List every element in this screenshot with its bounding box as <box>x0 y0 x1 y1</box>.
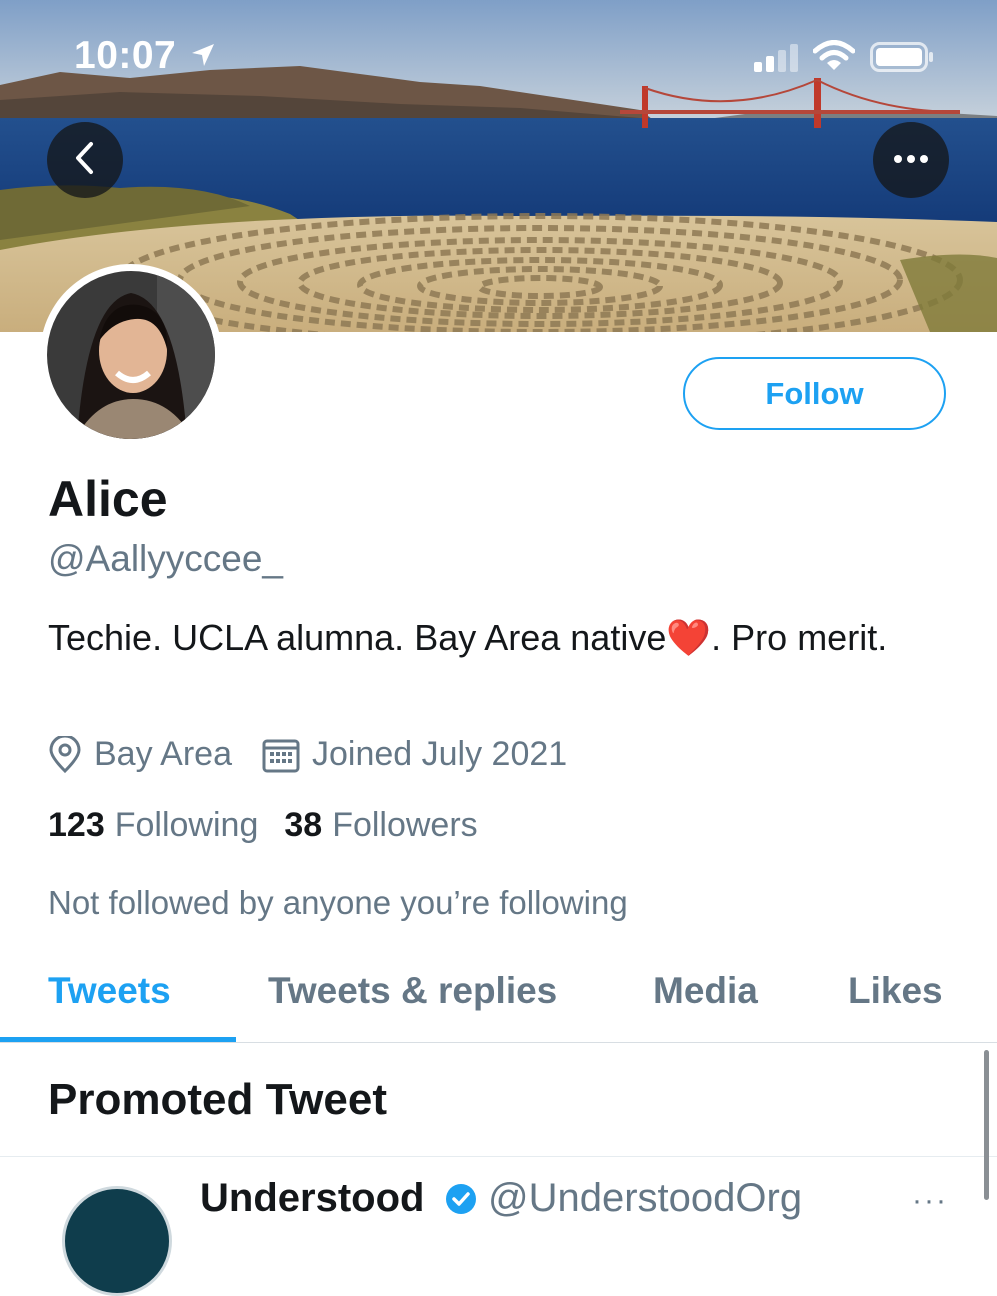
profile-location: Bay Area <box>94 735 232 773</box>
scrollbar[interactable] <box>984 1050 989 1200</box>
profile-name: Alice <box>48 471 168 527</box>
profile-joined: Joined July 2021 <box>311 735 568 773</box>
avatar[interactable] <box>40 264 222 446</box>
profile-bio: Techie. UCLA alumna. Bay Area native❤️. … <box>48 617 888 658</box>
promoted-author-handle: @UnderstoodOrg <box>488 1176 803 1220</box>
following-link[interactable]: 123 Following <box>48 806 258 845</box>
tabs-divider <box>0 1042 997 1043</box>
profile-handle: @Aallyyccee_ <box>48 538 283 579</box>
follow-counts: 123 Following 38 Followers <box>48 806 478 845</box>
ellipsis-icon <box>893 151 929 169</box>
tab-tweets-replies[interactable]: Tweets & replies <box>268 970 557 1012</box>
profile-tabs: Tweets Tweets & replies Media Likes <box>0 960 997 1044</box>
followers-label: Followers <box>332 806 478 844</box>
more-options-button[interactable] <box>873 122 949 198</box>
promoted-divider <box>0 1156 997 1157</box>
chevron-left-icon <box>72 141 98 180</box>
tab-likes[interactable]: Likes <box>848 970 943 1012</box>
promoted-author-name[interactable]: Understood <box>200 1176 424 1221</box>
following-label: Following <box>114 806 259 844</box>
avatar-photo <box>47 271 215 439</box>
location-pin-icon <box>48 735 82 774</box>
promoted-tweet-heading: Promoted Tweet <box>48 1075 388 1124</box>
calendar-icon <box>262 737 300 773</box>
tab-tweets[interactable]: Tweets <box>48 970 171 1012</box>
back-button[interactable] <box>47 122 123 198</box>
followers-link[interactable]: 38 Followers <box>284 806 477 845</box>
follow-button[interactable]: Follow <box>683 357 946 430</box>
followers-count: 38 <box>284 806 323 844</box>
verified-badge-icon <box>444 1182 478 1221</box>
not-followed-notice: Not followed by anyone you’re following <box>48 884 628 921</box>
tweet-more-button[interactable]: ··· <box>912 1184 948 1218</box>
tab-media[interactable]: Media <box>653 970 758 1012</box>
profile-meta: Bay Area Joined July 2021 <box>48 735 567 774</box>
promoted-author-avatar[interactable] <box>62 1186 172 1296</box>
status-time: 10:07 <box>74 34 177 77</box>
following-count: 123 <box>48 806 105 844</box>
